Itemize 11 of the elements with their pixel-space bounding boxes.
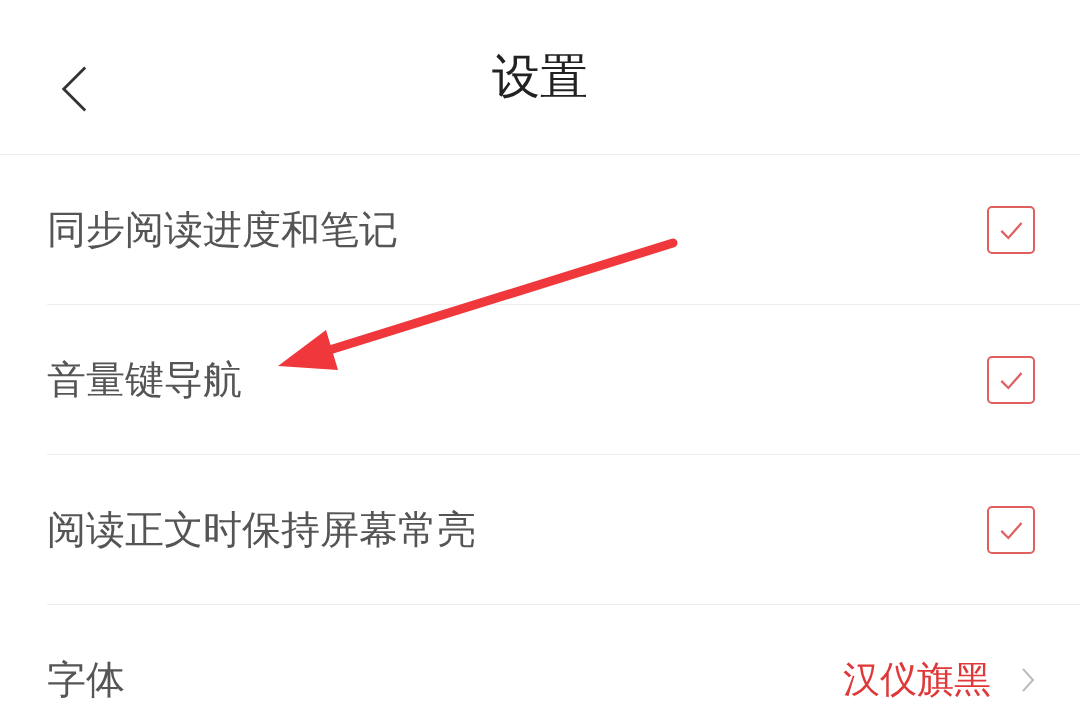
- page-title: 设置: [492, 47, 588, 106]
- setting-value[interactable]: 汉仪旗黑: [843, 654, 991, 705]
- checkbox[interactable]: [987, 505, 1035, 554]
- setting-label: 字体: [47, 655, 126, 704]
- setting-label: 阅读正文时保持屏幕常亮: [47, 505, 477, 554]
- setting-label: 音量键导航: [47, 355, 243, 404]
- checkbox[interactable]: [987, 205, 1035, 254]
- setting-label: 同步阅读进度和笔记: [47, 205, 399, 254]
- chevron-icon: [1021, 666, 1035, 693]
- back-icon[interactable]: [60, 64, 88, 114]
- checkbox[interactable]: [987, 355, 1035, 404]
